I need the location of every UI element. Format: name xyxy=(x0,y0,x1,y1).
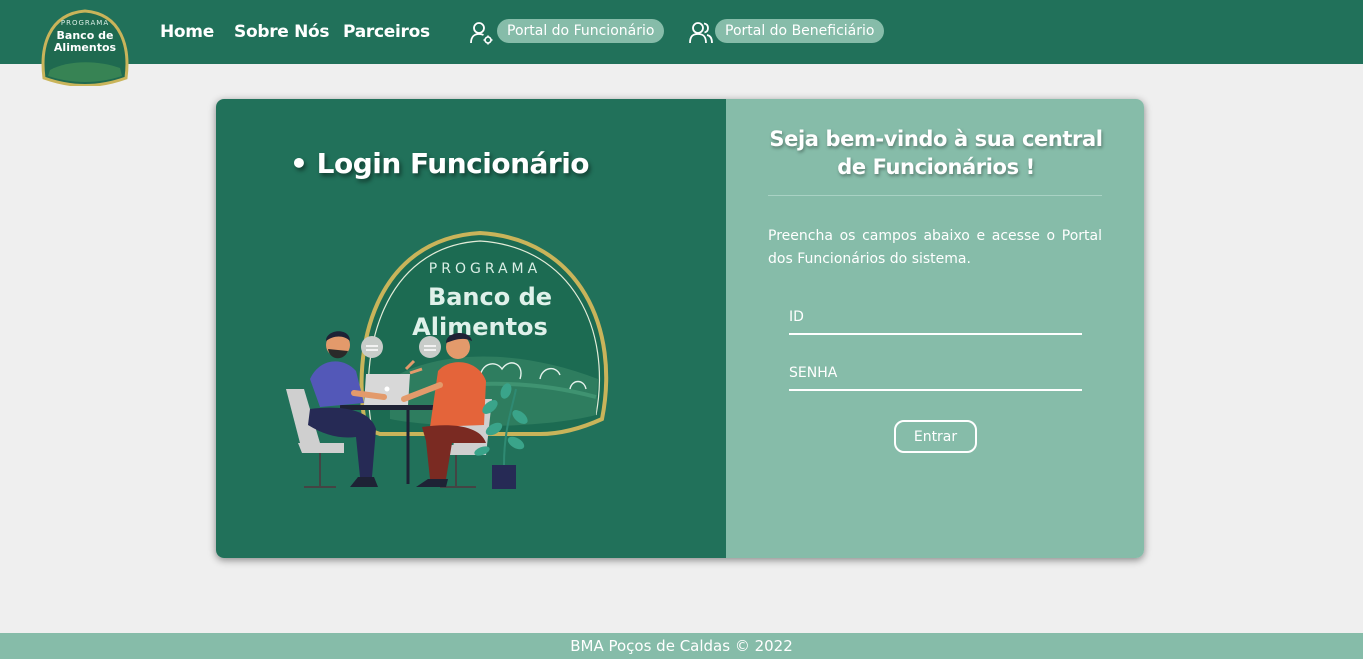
login-card: • Login Funcionário PROGRAMA Banco de Al… xyxy=(216,99,1144,558)
meeting-illustration: PROGRAMA Banco de Alimentos xyxy=(286,230,609,489)
login-form-panel: Seja bem-vindo à sua central de Funcioná… xyxy=(726,99,1144,558)
login-title: • Login Funcionário xyxy=(290,147,590,180)
navbar: Home Sobre Nós Parceiros Portal do Funci… xyxy=(0,0,1363,64)
welcome-heading: Seja bem-vindo à sua central de Funcioná… xyxy=(769,127,1103,179)
instructions-text: Preencha os campos abaixo e acesse o Por… xyxy=(768,228,1102,267)
nav-parceiros-link[interactable]: Parceiros xyxy=(343,22,430,42)
badge-line1-text: Banco de xyxy=(428,283,552,311)
badge-small-text: PROGRAMA xyxy=(429,261,541,277)
nav-home-link[interactable]: Home xyxy=(160,22,214,42)
user-gear-icon xyxy=(470,22,493,45)
entrar-button[interactable]: Entrar xyxy=(894,420,977,453)
login-panel: • Login Funcionário PROGRAMA Banco de Al… xyxy=(216,99,726,558)
nav-sobre-nos-link[interactable]: Sobre Nós xyxy=(234,22,330,42)
id-input[interactable] xyxy=(789,305,1082,335)
users-icon xyxy=(689,22,713,44)
portal-beneficiario-button[interactable]: Portal do Beneficiário xyxy=(715,19,885,43)
divider xyxy=(768,195,1102,196)
banco-de-alimentos-logo[interactable]: PROGRAMA Banco de Alimentos xyxy=(38,8,132,86)
footer: BMA Poços de Caldas © 2022 xyxy=(0,633,1363,659)
logo-line2-text: Alimentos xyxy=(54,41,117,54)
portal-funcionario-button[interactable]: Portal do Funcionário xyxy=(497,19,665,43)
password-input[interactable] xyxy=(789,361,1082,391)
footer-text: BMA Poços de Caldas © 2022 xyxy=(570,637,793,655)
logo-small-text: PROGRAMA xyxy=(61,19,109,27)
